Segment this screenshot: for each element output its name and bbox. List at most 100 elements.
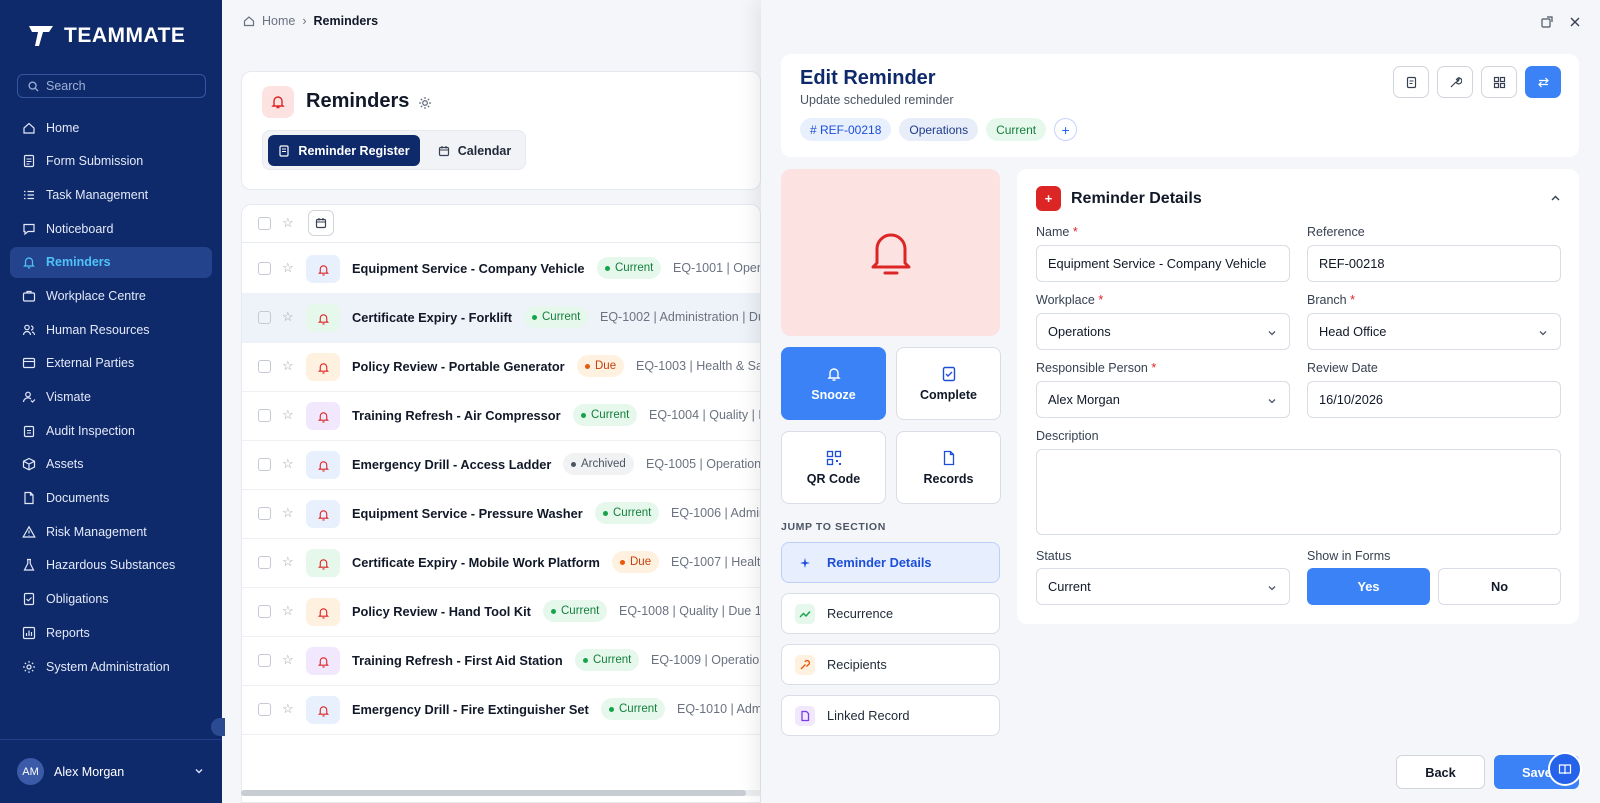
sidebar-item-documents[interactable]: Documents [10, 483, 212, 514]
favorite-star-icon[interactable]: ☆ [282, 505, 294, 521]
sidebar-item-task-management[interactable]: Task Management [10, 179, 212, 210]
row-title[interactable]: Training Refresh - Air Compressor [352, 408, 561, 423]
horizontal-scrollbar[interactable] [241, 790, 761, 796]
favorite-star-icon[interactable]: ☆ [282, 701, 294, 717]
row-title[interactable]: Equipment Service - Pressure Washer [352, 506, 583, 521]
table-row[interactable]: ☆ Equipment Service - Company Vehicle Curr… [242, 244, 760, 294]
adjust-button[interactable] [1525, 66, 1561, 98]
row-checkbox[interactable] [258, 311, 271, 324]
table-row[interactable]: ☆ Training Refresh - Air Compressor Curren… [242, 391, 760, 441]
sidebar-item-home[interactable]: Home [10, 112, 212, 143]
row-checkbox[interactable] [258, 556, 271, 569]
tools-button[interactable] [1437, 66, 1473, 98]
reference-input[interactable]: REF-00218 [1307, 245, 1561, 282]
favorite-star-icon[interactable]: ☆ [282, 456, 294, 472]
row-title[interactable]: Certificate Expiry - Forklift [352, 310, 512, 325]
row-title[interactable]: Emergency Drill - Fire Extinguisher Set [352, 702, 589, 717]
show-in-forms-no-button[interactable]: No [1438, 568, 1561, 605]
sidebar-item-obligations[interactable]: Obligations [10, 584, 212, 615]
table-row[interactable]: ☆ Emergency Drill - Fire Extinguisher Set… [242, 685, 760, 735]
sidebar-item-assets[interactable]: Assets [10, 449, 212, 480]
snooze-button[interactable]: Snooze [781, 347, 886, 420]
row-checkbox[interactable] [258, 262, 271, 275]
row-checkbox[interactable] [258, 507, 271, 520]
notes-button[interactable] [1393, 66, 1429, 98]
close-icon[interactable] [1568, 15, 1582, 29]
complete-button[interactable]: Complete [896, 347, 1001, 420]
column-picker-button[interactable] [308, 210, 334, 236]
sidebar-item-form-submission[interactable]: Form Submission [10, 146, 212, 177]
row-title[interactable]: Equipment Service - Company Vehicle [352, 261, 585, 276]
expand-icon[interactable] [1540, 15, 1554, 29]
row-title[interactable]: Certificate Expiry - Mobile Work Platfor… [352, 555, 600, 570]
sidebar-item-vismate[interactable]: Vismate [10, 382, 212, 413]
sidebar-item-external-parties[interactable]: External Parties [10, 348, 212, 379]
sidebar-item-hazardous-substances[interactable]: Hazardous Substances [10, 550, 212, 581]
qr-code-button[interactable]: QR Code [781, 431, 886, 504]
favorite-star-icon[interactable]: ☆ [282, 407, 294, 423]
jump-recurrence[interactable]: Recurrence [781, 593, 1000, 634]
row-checkbox[interactable] [258, 409, 271, 422]
scrollbar-thumb[interactable] [241, 790, 746, 796]
sidebar-item-label: Reports [46, 625, 90, 640]
help-book-button[interactable] [1548, 752, 1582, 786]
row-checkbox[interactable] [258, 703, 271, 716]
table-row[interactable]: ☆ Policy Review - Hand Tool Kit Current EQ-… [242, 587, 760, 637]
sidebar-item-human-resources[interactable]: Human Resources [10, 314, 212, 345]
table-row[interactable]: ☆ Emergency Drill - Access Ladder Archived… [242, 440, 760, 490]
description-textarea[interactable] [1036, 449, 1561, 535]
favorite-star-icon[interactable]: ☆ [282, 358, 294, 374]
chevron-up-icon[interactable] [1550, 193, 1561, 204]
jump-reminder-details[interactable]: Reminder Details [781, 542, 1000, 583]
branch-select[interactable]: Head Office [1307, 313, 1561, 350]
breadcrumb-home[interactable]: Home [262, 14, 295, 28]
row-checkbox[interactable] [258, 605, 271, 618]
sidebar-item-reminders[interactable]: Reminders [10, 246, 212, 278]
add-tag-button[interactable]: + [1054, 118, 1078, 141]
back-button[interactable]: Back [1396, 755, 1485, 789]
sidebar-item-reports[interactable]: Reports [10, 617, 212, 648]
sidebar-search-input[interactable]: Search [17, 74, 206, 98]
table-row[interactable]: ☆ Equipment Service - Pressure Washer Curr… [242, 489, 760, 539]
show-in-forms-yes-button[interactable]: Yes [1307, 568, 1430, 605]
table-row[interactable]: ☆ Training Refresh - First Aid Station Cur… [242, 636, 760, 686]
workplace-select[interactable]: Operations [1036, 313, 1290, 350]
favorite-header-icon[interactable]: ☆ [282, 215, 294, 231]
row-title[interactable]: Policy Review - Portable Generator [352, 359, 565, 374]
row-checkbox[interactable] [258, 458, 271, 471]
review-date-input[interactable]: 16/10/2026 [1307, 381, 1561, 418]
user-menu[interactable]: AM Alex Morgan [0, 739, 222, 803]
jump-linked-record[interactable]: Linked Record [781, 695, 1000, 736]
table-row[interactable]: ☆ Certificate Expiry - Mobile Work Platfo… [242, 538, 760, 588]
name-input[interactable]: Equipment Service - Company Vehicle [1036, 245, 1290, 282]
row-title[interactable]: Policy Review - Hand Tool Kit [352, 604, 531, 619]
favorite-star-icon[interactable]: ☆ [282, 603, 294, 619]
row-checkbox[interactable] [258, 360, 271, 373]
section-header[interactable]: + Reminder Details [1036, 186, 1202, 211]
jump-recipients[interactable]: Recipients [781, 644, 1000, 685]
records-button[interactable]: Records [896, 431, 1001, 504]
select-all-checkbox[interactable] [258, 217, 271, 230]
row-title[interactable]: Training Refresh - First Aid Station [352, 653, 563, 668]
brand-logo[interactable]: TEAMMATE [28, 24, 185, 48]
favorite-star-icon[interactable]: ☆ [282, 260, 294, 276]
table-row[interactable]: ☆ Policy Review - Portable Generator Due EQ… [242, 342, 760, 392]
status-select[interactable]: Current [1036, 568, 1290, 605]
favorite-star-icon[interactable]: ☆ [282, 309, 294, 325]
tab-calendar[interactable]: Calendar [427, 135, 522, 166]
responsible-person-select[interactable]: Alex Morgan [1036, 381, 1290, 418]
sidebar-item-system-administration[interactable]: System Administration [10, 651, 212, 682]
sidebar-item-noticeboard[interactable]: Noticeboard [10, 213, 212, 244]
grid-view-button[interactable] [1481, 66, 1517, 98]
row-checkbox[interactable] [258, 654, 271, 667]
favorite-star-icon[interactable]: ☆ [282, 554, 294, 570]
tab-reminder-register[interactable]: Reminder Register [268, 135, 420, 166]
sidebar-collapse-handle[interactable] [211, 718, 225, 736]
sidebar-item-audit-inspection[interactable]: Audit Inspection [10, 415, 212, 446]
table-row[interactable]: ☆ Certificate Expiry - Forklift Current EQ-… [242, 293, 760, 343]
row-title[interactable]: Emergency Drill - Access Ladder [352, 457, 551, 472]
sidebar-item-risk-management[interactable]: Risk Management [10, 516, 212, 547]
sidebar-item-workplace-centre[interactable]: Workplace Centre [10, 280, 212, 311]
settings-icon[interactable] [418, 96, 432, 110]
favorite-star-icon[interactable]: ☆ [282, 652, 294, 668]
